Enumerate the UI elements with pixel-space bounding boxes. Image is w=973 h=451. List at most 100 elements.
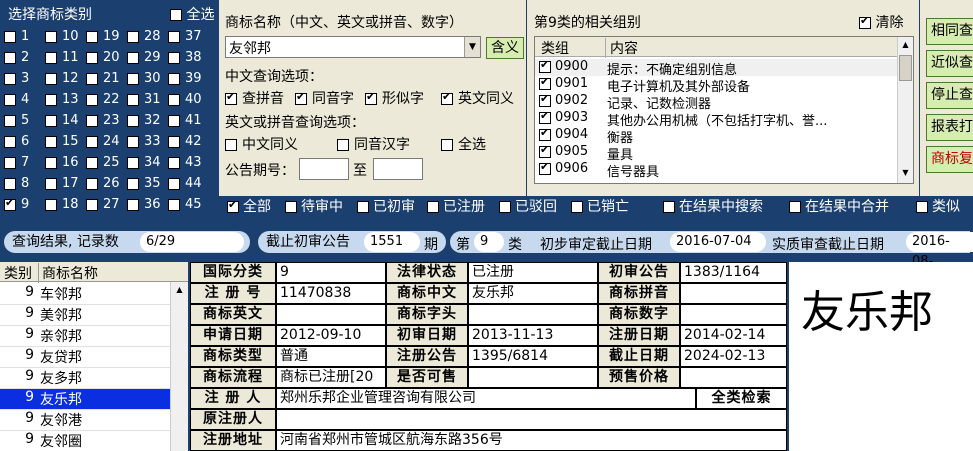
- result-scrollbar[interactable]: ▲: [170, 282, 188, 451]
- class-option-20[interactable]: 20: [86, 50, 120, 65]
- class-option-34[interactable]: 34: [127, 155, 161, 170]
- class-option-11[interactable]: 11: [45, 50, 79, 65]
- class-option-37[interactable]: 37: [168, 29, 202, 44]
- class-checkbox[interactable]: [4, 30, 16, 43]
- cn-option[interactable]: 查拼音: [225, 88, 284, 108]
- result-row[interactable]: 9 友多邦: [0, 368, 170, 389]
- pub-from-input[interactable]: [299, 158, 349, 180]
- class-option-33[interactable]: 33: [127, 134, 161, 149]
- action-button-4[interactable]: 报表打: [926, 114, 973, 141]
- class-checkbox[interactable]: [45, 51, 57, 64]
- en-option-checkbox[interactable]: [225, 139, 237, 151]
- status-option[interactable]: 已初审: [357, 196, 415, 216]
- status-checkbox[interactable]: [285, 201, 297, 213]
- class-checkbox[interactable]: [168, 198, 180, 211]
- class-option-3[interactable]: 3: [4, 71, 29, 86]
- result-row[interactable]: 9 友贷邦: [0, 347, 170, 368]
- class-checkbox[interactable]: [45, 135, 57, 148]
- class-option-24[interactable]: 24: [86, 134, 120, 149]
- class-option-15[interactable]: 15: [45, 134, 79, 149]
- scroll-down-icon[interactable]: ▼: [899, 165, 912, 181]
- col-class[interactable]: 类别: [4, 263, 32, 283]
- class-option-23[interactable]: 23: [86, 113, 120, 128]
- class-checkbox[interactable]: [86, 198, 98, 211]
- similar-checkbox[interactable]: [916, 201, 928, 213]
- class-option-10[interactable]: 10: [45, 29, 79, 44]
- cn-option-checkbox[interactable]: [225, 90, 237, 105]
- status-option[interactable]: 全部: [227, 196, 271, 216]
- class-option-13[interactable]: 13: [45, 92, 79, 107]
- class-option-32[interactable]: 32: [127, 113, 161, 128]
- class-option-16[interactable]: 16: [45, 155, 79, 170]
- class-checkbox[interactable]: [4, 196, 16, 211]
- class-checkbox[interactable]: [45, 93, 57, 106]
- select-all-checkbox[interactable]: [170, 9, 182, 21]
- class-option-5[interactable]: 5: [4, 113, 29, 128]
- class-option-21[interactable]: 21: [86, 71, 120, 86]
- class-checkbox[interactable]: [45, 72, 57, 85]
- group-row[interactable]: 0903其他办公用机械（不包括打字机、誉...: [535, 109, 897, 129]
- class-option-38[interactable]: 38: [168, 50, 202, 65]
- class-checkbox[interactable]: [168, 177, 180, 190]
- col-group[interactable]: 类组: [541, 38, 569, 58]
- class-option-39[interactable]: 39: [168, 71, 202, 86]
- cn-option-checkbox[interactable]: [441, 90, 453, 105]
- class-checkbox[interactable]: [127, 114, 139, 127]
- class-option-43[interactable]: 43: [168, 155, 202, 170]
- class-checkbox[interactable]: [45, 177, 57, 190]
- cn-option[interactable]: 同音字: [295, 88, 354, 108]
- group-checkbox[interactable]: [539, 109, 551, 124]
- class-option-22[interactable]: 22: [86, 92, 120, 107]
- class-checkbox[interactable]: [127, 177, 139, 190]
- cn-option-checkbox[interactable]: [295, 90, 307, 105]
- group-row[interactable]: 0901电子计算机及其外部设备: [535, 75, 897, 95]
- en-option[interactable]: 同音汉字: [337, 134, 410, 154]
- class-checkbox[interactable]: [4, 177, 16, 190]
- class-checkbox[interactable]: [45, 156, 57, 169]
- class-checkbox[interactable]: [127, 156, 139, 169]
- class-checkbox[interactable]: [168, 135, 180, 148]
- action-button-1[interactable]: 相同查: [926, 18, 973, 45]
- class-checkbox[interactable]: [168, 51, 180, 64]
- class-option-1[interactable]: 1: [4, 29, 29, 44]
- search-in-result[interactable]: 在结果中搜索: [663, 196, 763, 216]
- class-option-25[interactable]: 25: [86, 155, 120, 170]
- result-row[interactable]: 9 友邻港: [0, 410, 170, 431]
- class-option-4[interactable]: 4: [4, 92, 29, 107]
- status-option[interactable]: 已驳回: [499, 196, 557, 216]
- class-checkbox[interactable]: [86, 177, 98, 190]
- class-option-30[interactable]: 30: [127, 71, 161, 86]
- select-all-classes[interactable]: 全选: [170, 4, 214, 24]
- meaning-button[interactable]: 含义: [486, 37, 524, 59]
- class-checkbox[interactable]: [4, 93, 16, 106]
- class-option-36[interactable]: 36: [127, 197, 161, 212]
- class-option-35[interactable]: 35: [127, 176, 161, 191]
- group-checkbox[interactable]: [539, 126, 551, 141]
- cn-option[interactable]: 形似字: [365, 88, 424, 108]
- class-option-44[interactable]: 44: [168, 176, 202, 191]
- cn-option-checkbox[interactable]: [365, 90, 377, 105]
- scroll-up-icon[interactable]: ▲: [899, 37, 912, 53]
- class-option-7[interactable]: 7: [4, 155, 29, 170]
- class-option-27[interactable]: 27: [86, 197, 120, 212]
- clear-checkbox[interactable]: [859, 14, 871, 29]
- class-checkbox[interactable]: [127, 30, 139, 43]
- merge-in-result-checkbox[interactable]: [789, 201, 801, 213]
- class-checkbox[interactable]: [4, 156, 16, 169]
- class-checkbox[interactable]: [45, 198, 57, 211]
- group-row[interactable]: 0906 信号器具: [535, 160, 897, 180]
- group-checkbox[interactable]: [539, 92, 551, 107]
- class-checkbox[interactable]: [86, 51, 98, 64]
- status-option[interactable]: 待审中: [285, 196, 343, 216]
- en-option[interactable]: 中文同义: [225, 134, 298, 154]
- action-button-5[interactable]: 商标复: [926, 146, 973, 173]
- class-checkbox[interactable]: [86, 114, 98, 127]
- similar-option[interactable]: 类似: [916, 196, 960, 216]
- class-option-18[interactable]: 18: [45, 197, 79, 212]
- scroll-thumb[interactable]: [899, 55, 912, 81]
- detail-all-class-search[interactable]: 全类检索: [696, 388, 787, 409]
- class-option-31[interactable]: 31: [127, 92, 161, 107]
- cn-option[interactable]: 英文同义: [441, 88, 514, 108]
- result-row[interactable]: 9 美邻邦: [0, 305, 170, 326]
- class-option-6[interactable]: 6: [4, 134, 29, 149]
